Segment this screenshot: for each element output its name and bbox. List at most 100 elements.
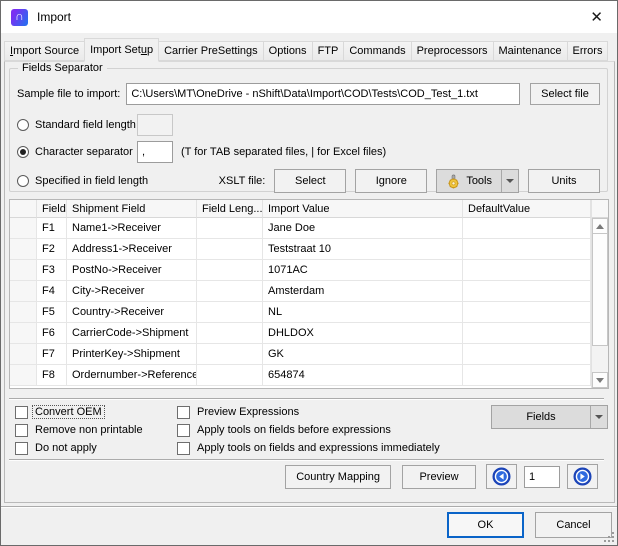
- page-number-input[interactable]: [524, 466, 560, 488]
- grid-cell[interactable]: 654874: [263, 365, 463, 386]
- checkbox-do-not-apply[interactable]: Do not apply: [15, 439, 177, 457]
- grid-cell[interactable]: [463, 302, 591, 323]
- tab-ftp[interactable]: FTP: [312, 41, 345, 61]
- grid-cell[interactable]: [197, 302, 263, 323]
- tab-commands[interactable]: Commands: [343, 41, 411, 61]
- tab-errors[interactable]: Errors: [567, 41, 609, 61]
- separator-char-input[interactable]: [137, 141, 173, 163]
- grid-cell[interactable]: [463, 344, 591, 365]
- grid-cell[interactable]: GK: [263, 344, 463, 365]
- grid-cell[interactable]: [197, 344, 263, 365]
- grid-cell[interactable]: [197, 323, 263, 344]
- checkbox-preview-expressions[interactable]: Preview Expressions: [177, 403, 442, 421]
- grid-cell[interactable]: Country->Receiver: [67, 302, 197, 323]
- radio-specified-in-field-length[interactable]: Specified in field length: [17, 175, 148, 187]
- checkbox-apply-tools-before-expressions[interactable]: Apply tools on fields before expressions: [177, 421, 442, 439]
- fields-dropdown-arrow[interactable]: [590, 406, 607, 428]
- tab-carrier-presettings[interactable]: Carrier PreSettings: [158, 41, 264, 61]
- grid-row[interactable]: F2Address1->Receiver Teststraat 10: [10, 239, 591, 260]
- grid-row-header[interactable]: [10, 323, 37, 344]
- grid-cell[interactable]: NL: [263, 302, 463, 323]
- resize-grip[interactable]: [602, 530, 615, 543]
- radio-standard-field-length[interactable]: Standard field length: [17, 119, 137, 131]
- grid-column-header[interactable]: Import Value: [263, 200, 463, 218]
- grid-cell[interactable]: Teststraat 10: [263, 239, 463, 260]
- grid-row-header[interactable]: [10, 281, 37, 302]
- cancel-button[interactable]: Cancel: [535, 512, 612, 538]
- grid-cell[interactable]: F3: [37, 260, 67, 281]
- grid-cell[interactable]: F2: [37, 239, 67, 260]
- grid-cell[interactable]: PrinterKey->Shipment: [67, 344, 197, 365]
- grid-row[interactable]: F3PostNo->Receiver 1071AC: [10, 260, 591, 281]
- grid-row[interactable]: F5Country->Receiver NL: [10, 302, 591, 323]
- grid-cell[interactable]: [197, 260, 263, 281]
- grid-column-header[interactable]: Shipment Field: [67, 200, 197, 218]
- units-button[interactable]: Units: [528, 169, 600, 193]
- grid-cell[interactable]: CarrierCode->Shipment: [67, 323, 197, 344]
- xslt-select-button[interactable]: Select: [274, 169, 346, 193]
- ok-button[interactable]: OK: [447, 512, 524, 538]
- grid-cell[interactable]: F6: [37, 323, 67, 344]
- sample-file-input[interactable]: [126, 83, 520, 105]
- grid-row[interactable]: F8Ordernumber->Reference 654874: [10, 365, 591, 386]
- grid-cell[interactable]: Amsterdam: [263, 281, 463, 302]
- grid-row-header[interactable]: [10, 344, 37, 365]
- grid-column-header[interactable]: DefaultValue: [463, 200, 591, 218]
- grid-row[interactable]: F6CarrierCode->Shipment DHLDOX: [10, 323, 591, 344]
- grid-row-header[interactable]: [10, 218, 37, 239]
- checkbox-convert-oem[interactable]: Convert OEM: [15, 403, 177, 421]
- tools-dropdown-arrow[interactable]: [501, 170, 518, 192]
- grid-cell[interactable]: [463, 365, 591, 386]
- vertical-scrollbar[interactable]: [591, 200, 608, 388]
- tools-button[interactable]: Tools: [436, 169, 519, 193]
- grid-cell[interactable]: F8: [37, 365, 67, 386]
- grid-cell[interactable]: [463, 218, 591, 239]
- grid-cell[interactable]: F7: [37, 344, 67, 365]
- grid-cell[interactable]: Jane Doe: [263, 218, 463, 239]
- grid-cell[interactable]: [463, 281, 591, 302]
- grid-row[interactable]: F1Name1->Receiver Jane Doe: [10, 218, 591, 239]
- grid-cell[interactable]: [197, 281, 263, 302]
- scrollbar-track[interactable]: [592, 346, 608, 372]
- close-icon[interactable]: ✕: [586, 8, 607, 26]
- grid-row-header[interactable]: [10, 239, 37, 260]
- grid-row-header[interactable]: [10, 302, 37, 323]
- tab-import-source[interactable]: Import Source: [4, 41, 85, 61]
- select-file-button[interactable]: Select file: [530, 83, 600, 105]
- grid-column-header[interactable]: Field: [37, 200, 67, 218]
- country-mapping-button[interactable]: Country Mapping: [285, 465, 391, 489]
- scroll-up-button[interactable]: [592, 218, 608, 234]
- grid-cell[interactable]: 1071AC: [263, 260, 463, 281]
- grid-cell[interactable]: [463, 323, 591, 344]
- grid-row[interactable]: F4City->Receiver Amsterdam: [10, 281, 591, 302]
- grid-cell[interactable]: [463, 260, 591, 281]
- grid-cell[interactable]: [197, 218, 263, 239]
- grid-cell[interactable]: F5: [37, 302, 67, 323]
- previous-record-button[interactable]: [486, 464, 517, 489]
- grid-row-header[interactable]: [10, 365, 37, 386]
- fields-button[interactable]: Fields: [491, 405, 608, 429]
- radio-character-separator[interactable]: Character separator: [17, 146, 137, 158]
- next-record-button[interactable]: [567, 464, 598, 489]
- tab-options[interactable]: Options: [263, 41, 313, 61]
- grid-cell[interactable]: F4: [37, 281, 67, 302]
- grid-cell[interactable]: Address1->Receiver: [67, 239, 197, 260]
- preview-button[interactable]: Preview: [402, 465, 476, 489]
- grid-row-header[interactable]: [10, 260, 37, 281]
- grid-cell[interactable]: Name1->Receiver: [67, 218, 197, 239]
- grid-cell[interactable]: City->Receiver: [67, 281, 197, 302]
- tab-preprocessors[interactable]: Preprocessors: [411, 41, 494, 61]
- tab-import-setup[interactable]: Import Setup: [84, 38, 159, 62]
- grid-cell[interactable]: [463, 239, 591, 260]
- scroll-down-button[interactable]: [592, 372, 608, 388]
- grid-cell[interactable]: [197, 239, 263, 260]
- checkbox-remove-non-printable[interactable]: Remove non printable: [15, 421, 177, 439]
- grid-cell[interactable]: PostNo->Receiver: [67, 260, 197, 281]
- grid-cell[interactable]: F1: [37, 218, 67, 239]
- grid-cell[interactable]: DHLDOX: [263, 323, 463, 344]
- checkbox-apply-tools-immediately[interactable]: Apply tools on fields and expressions im…: [177, 439, 442, 457]
- tab-maintenance[interactable]: Maintenance: [493, 41, 568, 61]
- xslt-ignore-button[interactable]: Ignore: [355, 169, 427, 193]
- grid-cell[interactable]: Ordernumber->Reference: [67, 365, 197, 386]
- grid-cell[interactable]: [197, 365, 263, 386]
